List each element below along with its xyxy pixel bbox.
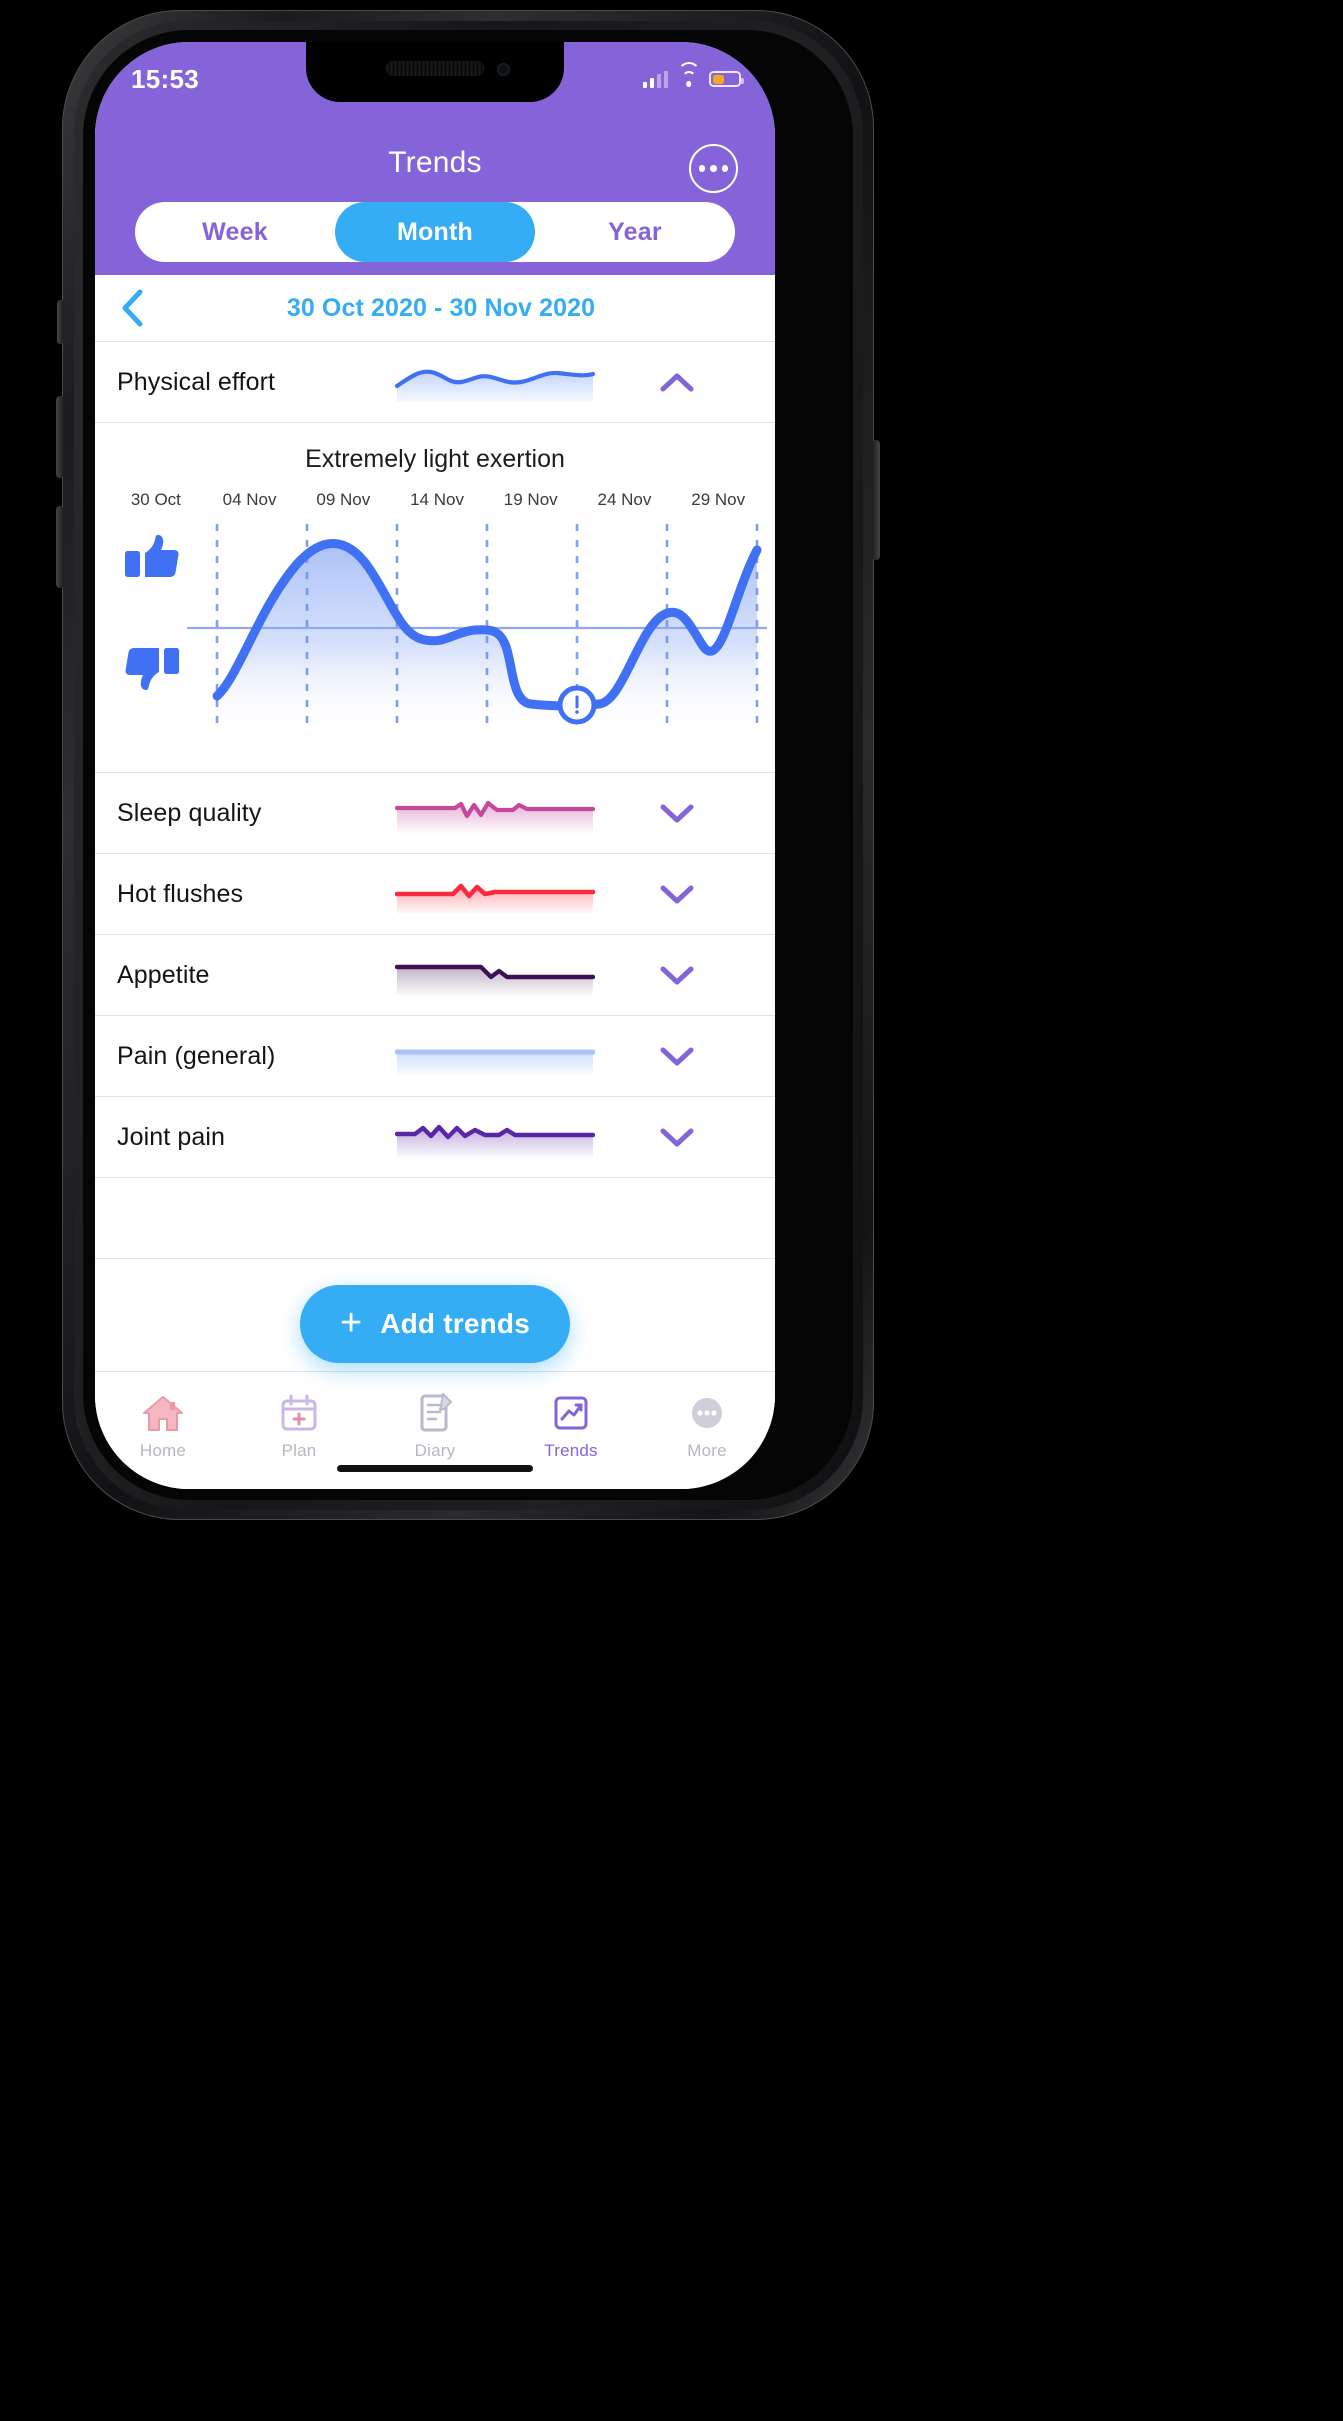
chart-plot-area[interactable]: [95, 516, 775, 766]
expand-toggle-pain-general[interactable]: [595, 1045, 775, 1067]
tab-label: More: [687, 1440, 727, 1460]
volume-up-button[interactable]: [56, 396, 64, 478]
chart-line-graph[interactable]: [187, 516, 767, 766]
chevron-down-icon: [660, 1128, 694, 1147]
period-segmented-control[interactable]: Week Month Year: [135, 202, 735, 262]
trend-row-hot-flushes[interactable]: Hot flushes: [95, 854, 775, 935]
x-tick-label: 09 Nov: [316, 490, 371, 509]
trend-sparkline-joint-pain: [395, 1115, 595, 1159]
expand-toggle-joint-pain[interactable]: [595, 1126, 775, 1148]
x-tick-label: 24 Nov: [597, 490, 652, 509]
chart-selected-point-marker: [557, 685, 597, 725]
chart-icon: [551, 1391, 591, 1435]
tab-label: Diary: [414, 1440, 456, 1460]
more-options-button[interactable]: [689, 144, 738, 193]
notebook-icon: [415, 1391, 455, 1435]
trend-name: Sleep quality: [117, 798, 262, 827]
tab-diary[interactable]: Diary: [367, 1372, 503, 1471]
segment-week[interactable]: Week: [135, 202, 335, 262]
trend-sparkline-sleep-quality: [395, 791, 595, 835]
power-button[interactable]: [872, 440, 880, 560]
thumbs-up-icon: [125, 535, 179, 577]
trend-sparkline-physical-effort: [395, 360, 595, 404]
date-range-bar: 30 Oct 2020 - 30 Nov 2020: [95, 275, 775, 342]
trend-row-appetite[interactable]: Appetite: [95, 935, 775, 1016]
trend-list[interactable]: Physical effort Extremely light exertion…: [95, 342, 775, 1427]
trend-sparkline-pain-general: [395, 1034, 595, 1078]
ellipsis-icon: [687, 1391, 727, 1435]
trend-row-placeholder: [95, 1178, 775, 1259]
segment-year[interactable]: Year: [535, 202, 735, 262]
x-tick-label: 29 Nov: [691, 490, 746, 509]
chevron-down-icon: [660, 966, 694, 985]
tab-label: Trends: [544, 1440, 598, 1460]
expand-toggle-appetite[interactable]: [595, 964, 775, 986]
trend-row-physical-effort[interactable]: Physical effort: [95, 342, 775, 423]
ellipsis-dot-icon: [721, 165, 729, 172]
silent-switch[interactable]: [57, 300, 64, 344]
trend-sparkline-hot-flushes: [395, 872, 595, 916]
tab-label: Plan: [281, 1440, 317, 1460]
chevron-down-icon: [660, 1047, 694, 1066]
add-trends-button[interactable]: + Add trends: [300, 1285, 570, 1363]
trend-name: Appetite: [117, 960, 210, 989]
x-tick-label: 30 Oct: [130, 490, 181, 509]
chevron-down-icon: [660, 885, 694, 904]
status-indicators: [642, 61, 744, 88]
expand-toggle-hot-flushes[interactable]: [595, 883, 775, 905]
physical-effort-chart-panel: Extremely light exertion 30 Oct 04 Nov 0…: [95, 423, 775, 773]
trend-name: Physical effort: [117, 367, 276, 396]
tab-more[interactable]: More: [639, 1372, 775, 1471]
segment-month[interactable]: Month: [335, 202, 535, 262]
calendar-icon: [279, 1391, 319, 1435]
chart-x-tick-labels: 30 Oct 04 Nov 09 Nov 14 Nov 19 Nov 24 No…: [95, 478, 775, 510]
thumbs-down-icon: [125, 648, 179, 690]
status-bar: 15:53: [95, 42, 775, 102]
trend-row-joint-pain[interactable]: Joint pain: [95, 1097, 775, 1178]
ellipsis-dot-icon: [698, 165, 706, 172]
chart-y-axis-icons: [117, 534, 187, 734]
trend-row-sleep-quality[interactable]: Sleep quality: [95, 773, 775, 854]
page-title: Trends: [388, 146, 482, 179]
home-indicator[interactable]: [337, 1465, 533, 1472]
cellular-signal-icon: [642, 70, 668, 88]
collapse-toggle-physical-effort[interactable]: [595, 371, 775, 393]
trend-name: Joint pain: [117, 1122, 226, 1151]
wifi-icon: [677, 61, 700, 88]
chevron-left-icon: [122, 289, 143, 327]
previous-period-button[interactable]: [95, 288, 169, 328]
battery-icon: [709, 71, 744, 87]
chart-title: Extremely light exertion: [305, 445, 565, 473]
trend-name: Hot flushes: [117, 879, 244, 908]
expand-toggle-sleep-quality[interactable]: [595, 802, 775, 824]
home-icon: [141, 1391, 185, 1435]
screenshot-root: Trends Week Month Year 15:53 30 Oct 2020…: [0, 0, 1343, 2421]
chevron-up-icon: [660, 373, 694, 392]
x-tick-label: 04 Nov: [222, 490, 277, 509]
tab-home[interactable]: Home: [95, 1372, 231, 1471]
plus-icon: +: [340, 1301, 363, 1344]
trend-sparkline-appetite: [395, 953, 595, 997]
x-tick-label: 19 Nov: [503, 490, 558, 509]
tab-label: Home: [139, 1440, 187, 1460]
tab-plan[interactable]: Plan: [231, 1372, 367, 1471]
x-tick-label: 14 Nov: [410, 490, 464, 509]
trend-name: Pain (general): [117, 1041, 276, 1070]
trend-row-pain-general[interactable]: Pain (general): [95, 1016, 775, 1097]
status-time: 15:53: [131, 64, 199, 94]
add-trends-label: Add trends: [380, 1308, 530, 1339]
volume-down-button[interactable]: [56, 506, 64, 588]
date-range-label[interactable]: 30 Oct 2020 - 30 Nov 2020: [169, 294, 775, 323]
ellipsis-dot-icon: [710, 165, 717, 172]
phone-screen: Trends Week Month Year 15:53 30 Oct 2020…: [95, 42, 775, 1489]
chevron-down-icon: [660, 804, 694, 823]
tab-trends[interactable]: Trends: [503, 1372, 639, 1471]
